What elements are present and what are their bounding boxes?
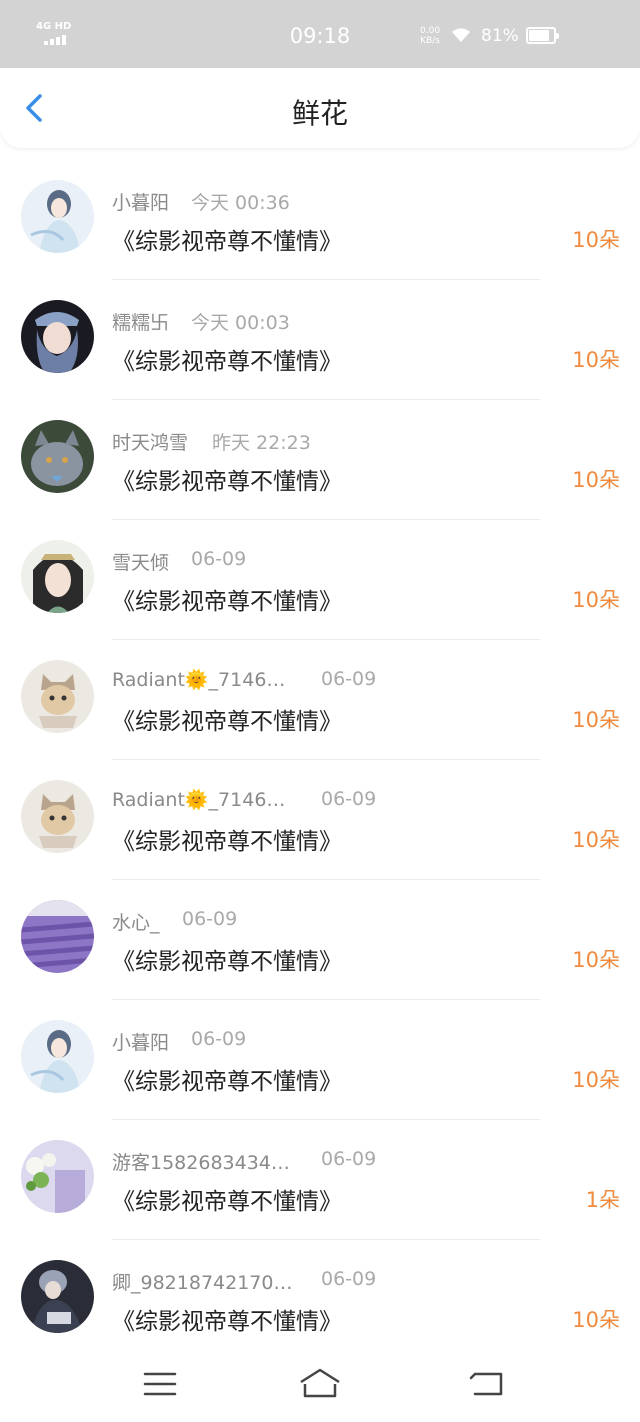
list-item[interactable]: 糯糯卐 今天 00:03 《综影视帝尊不懂情》 10朵	[0, 280, 640, 400]
flower-count: 10朵	[572, 708, 620, 732]
gift-date: 06-09	[321, 1148, 377, 1170]
gift-date: 06-09	[321, 788, 377, 810]
book-title[interactable]: 《综影视帝尊不懂情》	[112, 222, 342, 256]
gift-date: 06-09	[321, 668, 377, 690]
user-name[interactable]: 雪天倾	[112, 548, 169, 575]
flower-count: 10朵	[572, 828, 620, 852]
user-name[interactable]: 小暮阳	[112, 188, 169, 215]
user-name[interactable]: 时天鸿雪	[112, 428, 188, 455]
list-item[interactable]: 小暮阳 今天 00:36 《综影视帝尊不懂情》 10朵	[0, 160, 640, 280]
kitten-in-hat-avatar[interactable]	[21, 660, 94, 733]
flower-count: 10朵	[572, 1068, 620, 1092]
user-name[interactable]: 小暮阳	[112, 1028, 169, 1055]
flower-count: 10朵	[572, 1308, 620, 1332]
book-title[interactable]: 《综影视帝尊不懂情》	[112, 822, 342, 856]
list-item[interactable]: Radiant🌞_7146… 06-09 《综影视帝尊不懂情》 10朵	[0, 640, 640, 760]
flowers-avatar[interactable]	[21, 1140, 94, 1213]
network-speed-unit: KB/s	[420, 36, 440, 46]
battery-icon	[526, 27, 559, 44]
user-name[interactable]: 水心_	[112, 908, 160, 935]
flower-count: 10朵	[572, 948, 620, 972]
flower-count: 10朵	[572, 468, 620, 492]
status-bar: 4G HD 09:18 0.00 KB/s 81%	[0, 0, 640, 68]
gift-date: 06-09	[191, 548, 247, 570]
flower-count: 1朵	[585, 1188, 620, 1212]
gift-date: 06-09	[182, 908, 238, 930]
network-speed-value: 0.00	[420, 26, 441, 36]
list-item[interactable]: 水心_ 06-09 《综影视帝尊不懂情》 10朵	[0, 880, 640, 1000]
page-header: 鲜花	[0, 68, 640, 148]
anime-girl-avatar[interactable]	[21, 180, 94, 253]
gift-date: 06-09	[321, 1268, 377, 1290]
battery-percent: 81%	[481, 26, 519, 46]
girl-with-hat-avatar[interactable]	[21, 300, 94, 373]
flower-count: 10朵	[572, 228, 620, 252]
book-title[interactable]: 《综影视帝尊不懂情》	[112, 342, 342, 376]
book-title[interactable]: 《综影视帝尊不懂情》	[112, 582, 342, 616]
book-title[interactable]: 《综影视帝尊不懂情》	[112, 1302, 342, 1336]
home-icon[interactable]	[297, 1366, 343, 1402]
user-name[interactable]: Radiant🌞_7146…	[112, 788, 285, 811]
page-title: 鲜花	[291, 97, 348, 130]
book-title[interactable]: 《综影视帝尊不懂情》	[112, 702, 342, 736]
list-item[interactable]: 游客1582683434… 06-09 《综影视帝尊不懂情》 1朵	[0, 1120, 640, 1240]
user-name[interactable]: 卿_98218742170…	[112, 1268, 292, 1295]
user-name[interactable]: Radiant🌞_7146…	[112, 668, 285, 691]
gift-date: 今天 00:03	[191, 312, 290, 334]
anime-girl-avatar[interactable]	[21, 1020, 94, 1093]
back-icon[interactable]	[465, 1366, 511, 1402]
list-item[interactable]: 雪天倾 06-09 《综影视帝尊不懂情》 10朵	[0, 520, 640, 640]
lavender-field-avatar[interactable]	[21, 900, 94, 973]
book-title[interactable]: 《综影视帝尊不懂情》	[112, 1182, 342, 1216]
list-item[interactable]: 卿_98218742170… 06-09 《综影视帝尊不懂情》 10朵	[0, 1240, 640, 1360]
menu-icon[interactable]	[137, 1366, 183, 1402]
list-item[interactable]: Radiant🌞_7146… 06-09 《综影视帝尊不懂情》 10朵	[0, 760, 640, 880]
user-name[interactable]: 糯糯卐	[112, 308, 169, 335]
wifi-icon	[452, 28, 470, 42]
anime-boy-avatar[interactable]	[21, 1260, 94, 1333]
book-title[interactable]: 《综影视帝尊不懂情》	[112, 462, 342, 496]
book-title[interactable]: 《综影视帝尊不懂情》	[112, 1062, 342, 1096]
list-item[interactable]: 小暮阳 06-09 《综影视帝尊不懂情》 10朵	[0, 1000, 640, 1120]
flower-count: 10朵	[572, 348, 620, 372]
system-nav-bar	[0, 1354, 640, 1422]
kitten-in-hat-avatar[interactable]	[21, 780, 94, 853]
user-name[interactable]: 游客1582683434…	[112, 1148, 290, 1175]
flower-count: 10朵	[572, 588, 620, 612]
gift-date: 今天 00:36	[191, 192, 290, 214]
list-item[interactable]: 时天鸿雪 昨天 22:23 《综影视帝尊不懂情》 10朵	[0, 400, 640, 520]
gift-date: 昨天 22:23	[212, 432, 311, 454]
network-speed: 0.00 KB/s	[420, 26, 440, 46]
book-title[interactable]: 《综影视帝尊不懂情》	[112, 942, 342, 976]
costume-actress-avatar[interactable]	[21, 540, 94, 613]
gift-date: 06-09	[191, 1028, 247, 1050]
gray-cat-avatar[interactable]	[21, 420, 94, 493]
